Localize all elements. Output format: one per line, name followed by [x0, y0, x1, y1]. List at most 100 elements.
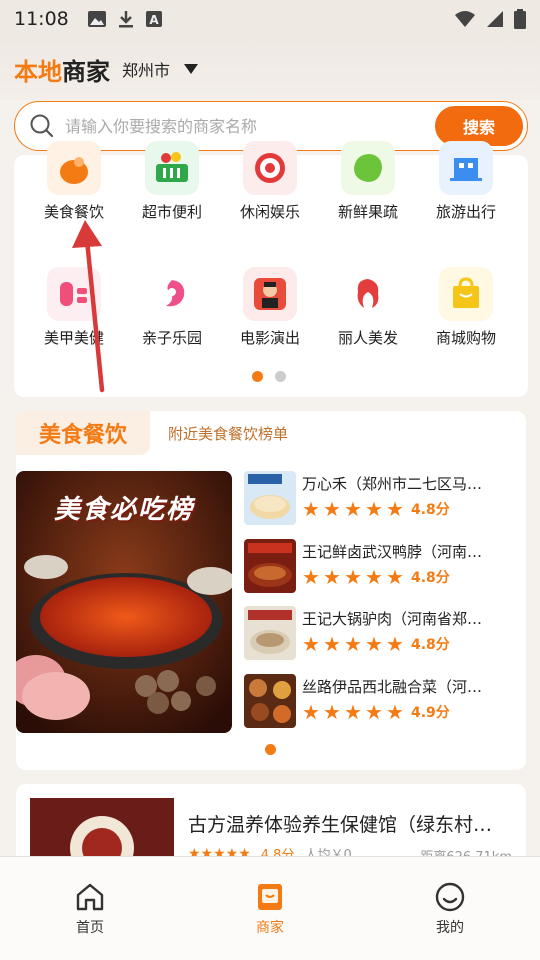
category-shopping[interactable]: 商城购物	[416, 267, 516, 348]
star-icon: ★	[302, 700, 320, 724]
category-kids[interactable]: 亲子乐园	[122, 267, 222, 348]
banner-title: 美食必吃榜	[53, 495, 194, 525]
shop-icon	[258, 884, 282, 910]
search-button[interactable]: 搜索	[435, 106, 523, 146]
category-pager	[252, 371, 286, 382]
restaurant-name: 王记鲜卤武汉鸭脖（河南…	[302, 543, 483, 561]
baby-icon	[145, 267, 199, 321]
fruit-icon	[341, 141, 395, 195]
ranking-banner[interactable]: 美食必吃榜	[16, 471, 232, 733]
category-beauty[interactable]: 丽人美发	[318, 267, 418, 348]
star-icon: ★	[323, 497, 341, 521]
wifi-icon	[455, 11, 475, 27]
category-label: 超市便利	[141, 203, 202, 221]
image-icon	[87, 11, 106, 27]
category-label: 美食餐饮	[43, 203, 104, 221]
star-icon: ★	[344, 497, 362, 521]
home-icon	[76, 883, 104, 911]
status-bar: 11:08 A	[0, 0, 540, 38]
category-leisure[interactable]: 休闲娱乐	[220, 141, 320, 222]
star-icon: ★	[302, 565, 320, 589]
header: 本地商家 郑州市	[0, 38, 540, 100]
restaurant-thumbnail	[244, 471, 296, 525]
food-icon	[47, 141, 101, 195]
category-label: 丽人美发	[337, 329, 398, 347]
category-label: 新鲜果疏	[337, 203, 398, 221]
font-icon: A	[145, 11, 162, 27]
category-nails[interactable]: 美甲美健	[24, 267, 124, 348]
chevron-down-icon[interactable]	[184, 64, 199, 74]
star-icon: ★	[344, 700, 362, 724]
star-icon: ★	[302, 497, 320, 521]
star-icon: ★	[302, 632, 320, 656]
pager-dot-active[interactable]	[252, 371, 263, 382]
shop-list-item[interactable]: 古方温养体验养生保健馆（绿东村… ★★★★★ 4.8分 人均￥0 距离626.7…	[16, 784, 526, 864]
star-icon: ★	[323, 632, 341, 656]
download-icon	[118, 11, 133, 28]
brand-part-2: 商家	[62, 57, 110, 86]
category-movies[interactable]: 电影演出	[220, 267, 320, 348]
target-icon	[243, 141, 297, 195]
rating-stars: ★ ★ ★ ★ ★ 4.8分	[302, 499, 450, 519]
rating-stars: ★ ★ ★ ★ ★ 4.9分	[302, 702, 450, 722]
city-selector[interactable]: 郑州市	[122, 57, 170, 81]
hair-icon	[341, 267, 395, 321]
brand-title: 本地商家	[14, 52, 110, 87]
restaurant-thumbnail	[244, 674, 296, 728]
category-label: 亲子乐园	[141, 329, 202, 347]
ranking-item[interactable]: 王记大锅驴肉（河南省郑… ★ ★ ★ ★ ★ 4.8分	[244, 606, 524, 662]
building-icon	[439, 141, 493, 195]
star-icon: ★	[386, 565, 404, 589]
search-icon	[30, 114, 54, 138]
star-icon: ★	[386, 700, 404, 724]
restaurant-thumbnail	[244, 606, 296, 660]
star-icon: ★	[323, 700, 341, 724]
svg-text:A: A	[149, 13, 159, 27]
star-icon: ★	[365, 565, 383, 589]
smile-icon	[435, 882, 465, 912]
signal-icon	[487, 11, 503, 27]
search-input[interactable]	[65, 116, 435, 136]
category-food[interactable]: 美食餐饮	[24, 141, 124, 222]
movie-icon	[243, 267, 297, 321]
category-label: 商城购物	[435, 329, 496, 347]
status-time: 11:08	[14, 8, 69, 30]
bottom-tab-bar: 首页 商家 我的	[0, 856, 540, 960]
category-supermarket[interactable]: 超市便利	[122, 141, 222, 222]
tab-home[interactable]: 首页	[0, 857, 180, 960]
rating-score: 4.8分	[411, 637, 450, 653]
battery-icon	[514, 9, 526, 29]
brand-part-1: 本地	[14, 57, 62, 86]
banner-pager-dot[interactable]	[265, 744, 276, 755]
tab-label: 首页	[76, 920, 104, 936]
restaurant-name: 万心禾（郑州市二七区马…	[302, 475, 483, 493]
ranking-item[interactable]: 丝路伊品西北融合菜（河… ★ ★ ★ ★ ★ 4.9分	[244, 674, 524, 730]
category-grid: 美食餐饮 超市便利 休闲娱乐 新鲜果疏 旅游出行 美甲美健 亲子乐园 电影演出 …	[14, 141, 528, 397]
tab-merchants[interactable]: 商家	[180, 857, 360, 960]
tab-label: 商家	[256, 920, 284, 936]
category-label: 电影演出	[239, 329, 300, 347]
restaurant-name: 丝路伊品西北融合菜（河…	[302, 678, 483, 696]
section-subtitle[interactable]: 附近美食餐饮榜单	[168, 423, 288, 444]
tab-me[interactable]: 我的	[360, 857, 540, 960]
rating-score: 4.8分	[411, 570, 450, 586]
food-ranking-card: 美食餐饮 附近美食餐饮榜单 美食必吃榜 万心禾（郑州市二七区马… ★ ★ ★ ★…	[16, 411, 526, 770]
section-tag: 美食餐饮	[16, 411, 150, 455]
star-icon: ★	[365, 700, 383, 724]
star-icon: ★	[344, 632, 362, 656]
pager-dot[interactable]	[275, 371, 286, 382]
rating-stars: ★ ★ ★ ★ ★ 4.8分	[302, 634, 450, 654]
nail-icon	[47, 267, 101, 321]
star-icon: ★	[386, 632, 404, 656]
shop-name: 古方温养体验养生保健馆（绿东村…	[188, 814, 493, 836]
ranking-item[interactable]: 王记鲜卤武汉鸭脖（河南… ★ ★ ★ ★ ★ 4.8分	[244, 539, 524, 595]
category-travel[interactable]: 旅游出行	[416, 141, 516, 222]
category-label: 美甲美健	[43, 329, 104, 347]
star-icon: ★	[365, 497, 383, 521]
basket-icon	[145, 141, 199, 195]
star-icon: ★	[386, 497, 404, 521]
shop-thumbnail	[30, 798, 174, 864]
star-icon: ★	[365, 632, 383, 656]
category-fruit[interactable]: 新鲜果疏	[318, 141, 418, 222]
ranking-item[interactable]: 万心禾（郑州市二七区马… ★ ★ ★ ★ ★ 4.8分	[244, 471, 524, 527]
